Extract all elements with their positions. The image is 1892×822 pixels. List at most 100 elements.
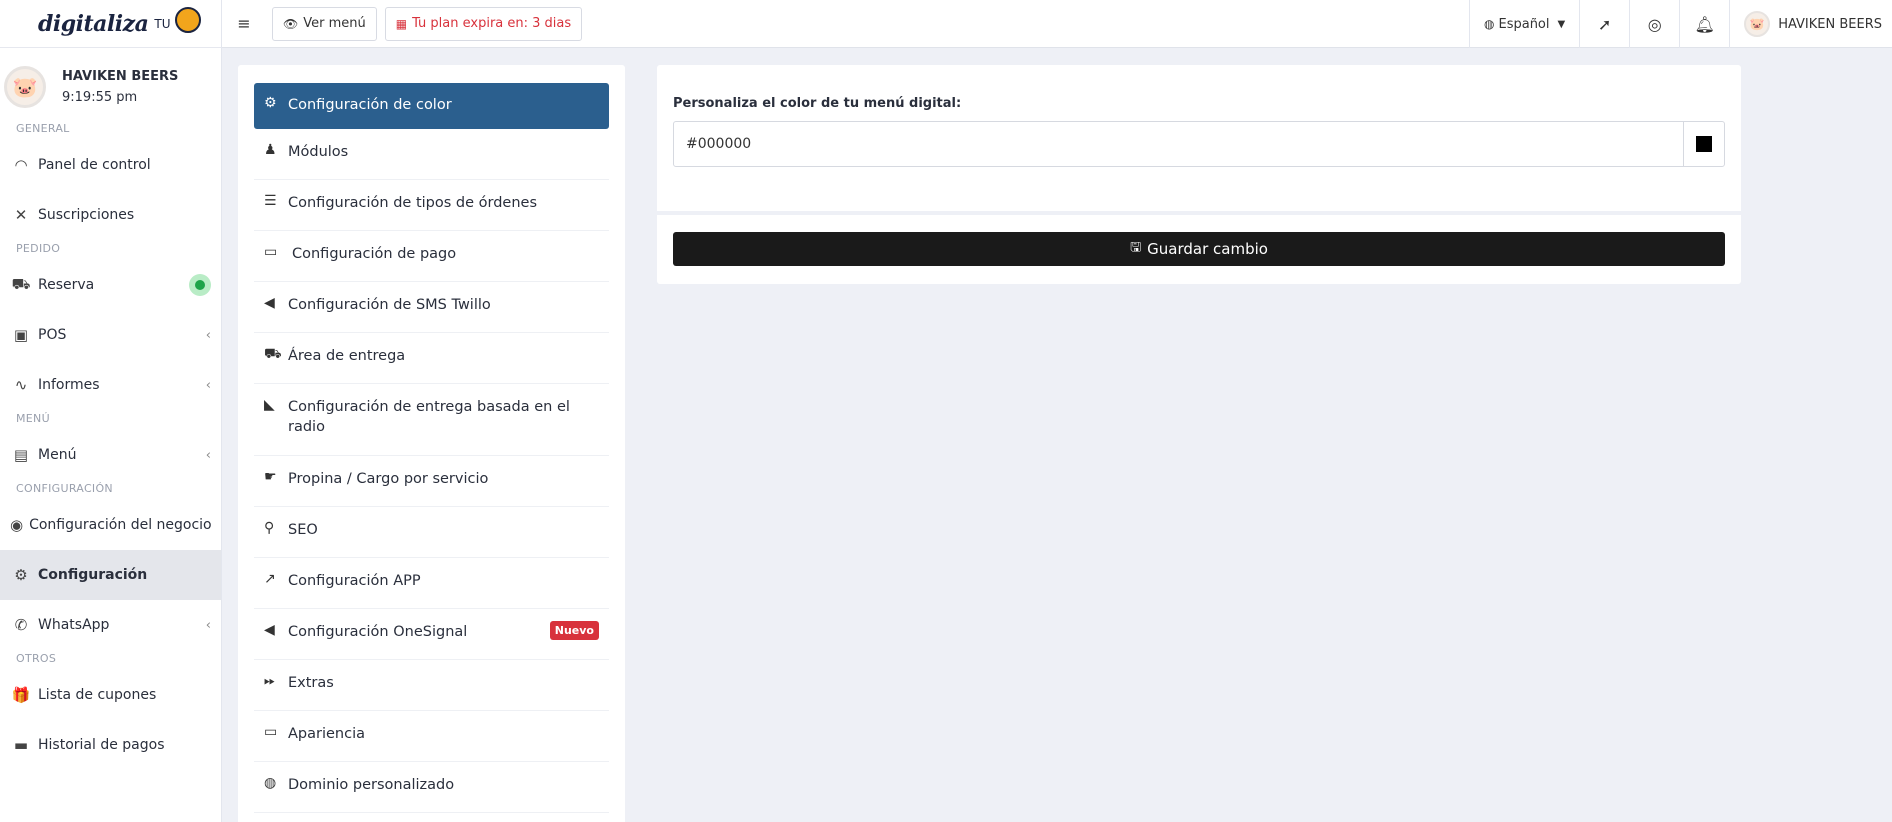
cogs-icon: ⚙ (14, 566, 28, 584)
list-icon: ☰ (264, 193, 277, 209)
settings-item-dominio[interactable]: ◍ Dominio personalizado (254, 762, 609, 813)
sidebar-item-panel[interactable]: ◠ Panel de control (0, 140, 221, 190)
sidebar-item-negocio[interactable]: ◉ Configuración del negocio (0, 500, 221, 550)
ver-menu-label: Ver menú (303, 16, 366, 31)
sidebar-item-label: POS (38, 327, 67, 343)
sidebar-item-pagos[interactable]: ▬ Historial de pagos (0, 720, 221, 770)
sidebar-item-label: Historial de pagos (38, 737, 165, 753)
sidebar-item-configuracion[interactable]: ⚙ Configuración (0, 550, 221, 600)
card-icon: ▭ (264, 244, 278, 260)
divider (657, 211, 1741, 215)
settings-item-tipos-ordenes[interactable]: ☰ Configuración de tipos de órdenes (254, 180, 609, 231)
status-badge (189, 274, 211, 296)
clipboard-icon: ▤ (13, 446, 29, 464)
settings-item-pago[interactable]: ▭ Configuración de pago (254, 231, 609, 282)
section-label-menu: MENÚ (16, 412, 50, 425)
sidebar-item-label: Informes (38, 377, 100, 393)
user-block: 🐷 HAVIKEN BEERS 9:19:55 pm (0, 48, 221, 118)
settings-item-label: Configuración de entrega basada en el ra… (288, 399, 570, 435)
sidebar-item-reserva[interactable]: ⛟ Reserva (0, 260, 221, 310)
section-label-general: GENERAL (16, 122, 70, 135)
topbar-right: ◍ Español ▼ ➚ ◎ 🔔︎ 🐷 HAVIKEN BEERS (1469, 0, 1892, 48)
sidebar-item-pos[interactable]: ▣ POS ‹ (0, 310, 221, 360)
pulse-icon: ∿ (14, 376, 28, 394)
user-time: 9:19:55 pm (62, 90, 138, 105)
user-menu-name: HAVIKEN BEERS (1778, 16, 1882, 32)
settings-item-label: Apariencia (288, 726, 365, 742)
color-settings-panel: Personaliza el color de tu menú digital:… (657, 65, 1741, 284)
user-menu[interactable]: 🐷 HAVIKEN BEERS (1729, 0, 1892, 48)
section-label-configuracion: CONFIGURACIÓN (16, 482, 113, 495)
settings-item-area-entrega[interactable]: ⛟ Área de entrega (254, 333, 609, 384)
share-icon: ↗ (264, 571, 276, 587)
globe-icon: ◍ (264, 775, 277, 791)
sidebar-item-label: Panel de control (38, 157, 151, 173)
award-icon: ♟ (264, 142, 277, 158)
rocket-icon[interactable]: ➚ (1579, 0, 1629, 48)
hamburger-icon[interactable]: ≡ (224, 14, 264, 33)
color-field-label: Personaliza el color de tu menú digital: (673, 96, 962, 111)
gauge-icon: ◠ (14, 156, 28, 174)
sidebar-item-suscripciones[interactable]: ✕ Suscripciones (0, 190, 221, 240)
language-selector[interactable]: ◍ Español ▼ (1469, 0, 1579, 48)
settings-item-app[interactable]: ↗ Configuración APP (254, 558, 609, 609)
avatar[interactable]: 🐷 (4, 66, 46, 108)
sidebar-item-menu[interactable]: ▤ Menú ‹ (0, 430, 221, 480)
pos-icon: ▣ (13, 326, 29, 344)
color-hex-input[interactable] (673, 121, 1684, 167)
support-icon[interactable]: ◎ (1629, 0, 1679, 48)
plan-expiry-label: Tu plan expira en: 3 dias (412, 16, 572, 31)
settings-item-entrega-radio[interactable]: ◣ Configuración de entrega basada en el … (254, 384, 609, 456)
search-icon: ⚲ (264, 520, 275, 536)
color-swatch (1696, 136, 1712, 152)
sidebar-item-cupones[interactable]: 🎁 Lista de cupones (0, 670, 221, 720)
settings-item-color[interactable]: ⚙ Configuración de color (254, 83, 609, 129)
settings-item-seo[interactable]: ⚲ SEO (254, 507, 609, 558)
settings-item-label: SEO (288, 522, 318, 538)
settings-item-label: Configuración APP (288, 573, 421, 589)
save-button[interactable]: 🖫 Guardar cambio (673, 232, 1725, 266)
settings-item-sms[interactable]: ◀ Configuración de SMS Twillo (254, 282, 609, 333)
sidebar-item-label: Configuración del negocio (29, 517, 212, 533)
settings-item-label: Extras (288, 675, 334, 691)
forward-icon: ⏩︎ (264, 673, 276, 689)
section-label-pedido: PEDIDO (16, 242, 61, 255)
chevron-left-icon: ‹ (205, 447, 211, 463)
logo-text: digitaliza (38, 10, 149, 37)
settings-menu: ⚙ Configuración de color ♟ Módulos ☰ Con… (238, 65, 625, 822)
ver-menu-button[interactable]: 👁 Ver menú (272, 6, 377, 41)
settings-item-onesignal[interactable]: ◀ Configuración OneSignal Nuevo (254, 609, 609, 660)
avatar: 🐷 (1744, 11, 1771, 37)
save-icon: 🖫 (1130, 240, 1142, 255)
caret-down-icon: ▼ (1557, 18, 1566, 30)
settings-item-label: Dominio personalizado (288, 777, 455, 793)
settings-item-label: Configuración de SMS Twillo (288, 297, 491, 313)
sidebar-item-informes[interactable]: ∿ Informes ‹ (0, 360, 221, 410)
settings-item-extras[interactable]: ⏩︎ Extras (254, 660, 609, 711)
gift-icon: 🎁 (11, 686, 31, 704)
color-picker-button[interactable] (1683, 121, 1725, 167)
plan-expiry-button[interactable]: ▦ Tu plan expira en: 3 dias (384, 6, 583, 41)
settings-item-propina[interactable]: ☛ Propina / Cargo por servicio (254, 456, 609, 507)
eye-icon: 👁 (283, 16, 299, 31)
calendar-icon: ▦ (395, 16, 408, 31)
user-circle-icon: ◉ (10, 516, 24, 534)
settings-item-modulos[interactable]: ♟ Módulos (254, 129, 609, 180)
tools-icon: ✕ (14, 206, 28, 224)
section-label-otros: OTROS (16, 652, 57, 665)
bell-icon[interactable]: 🔔︎ (1679, 0, 1729, 48)
language-label: Español (1498, 16, 1550, 32)
brand-logo[interactable]: digitaliza TU (0, 0, 221, 48)
hand-icon: ☛ (264, 469, 277, 485)
settings-item-label: Configuración de tipos de órdenes (288, 195, 538, 211)
sidebar-item-whatsapp[interactable]: ✆ WhatsApp ‹ (0, 600, 221, 650)
globe-icon: ◍ (1484, 17, 1495, 31)
settings-item-label: Área de entrega (288, 348, 406, 364)
sidebar-item-label: WhatsApp (38, 617, 110, 633)
chevron-left-icon: ‹ (205, 617, 211, 633)
chevron-left-icon: ‹ (205, 377, 211, 393)
settings-item-apariencia[interactable]: ▭ Apariencia (254, 711, 609, 762)
sidebar-item-label: Lista de cupones (38, 687, 157, 703)
save-button-label: Guardar cambio (1147, 240, 1268, 258)
sidebar-item-label: Reserva (38, 277, 95, 293)
